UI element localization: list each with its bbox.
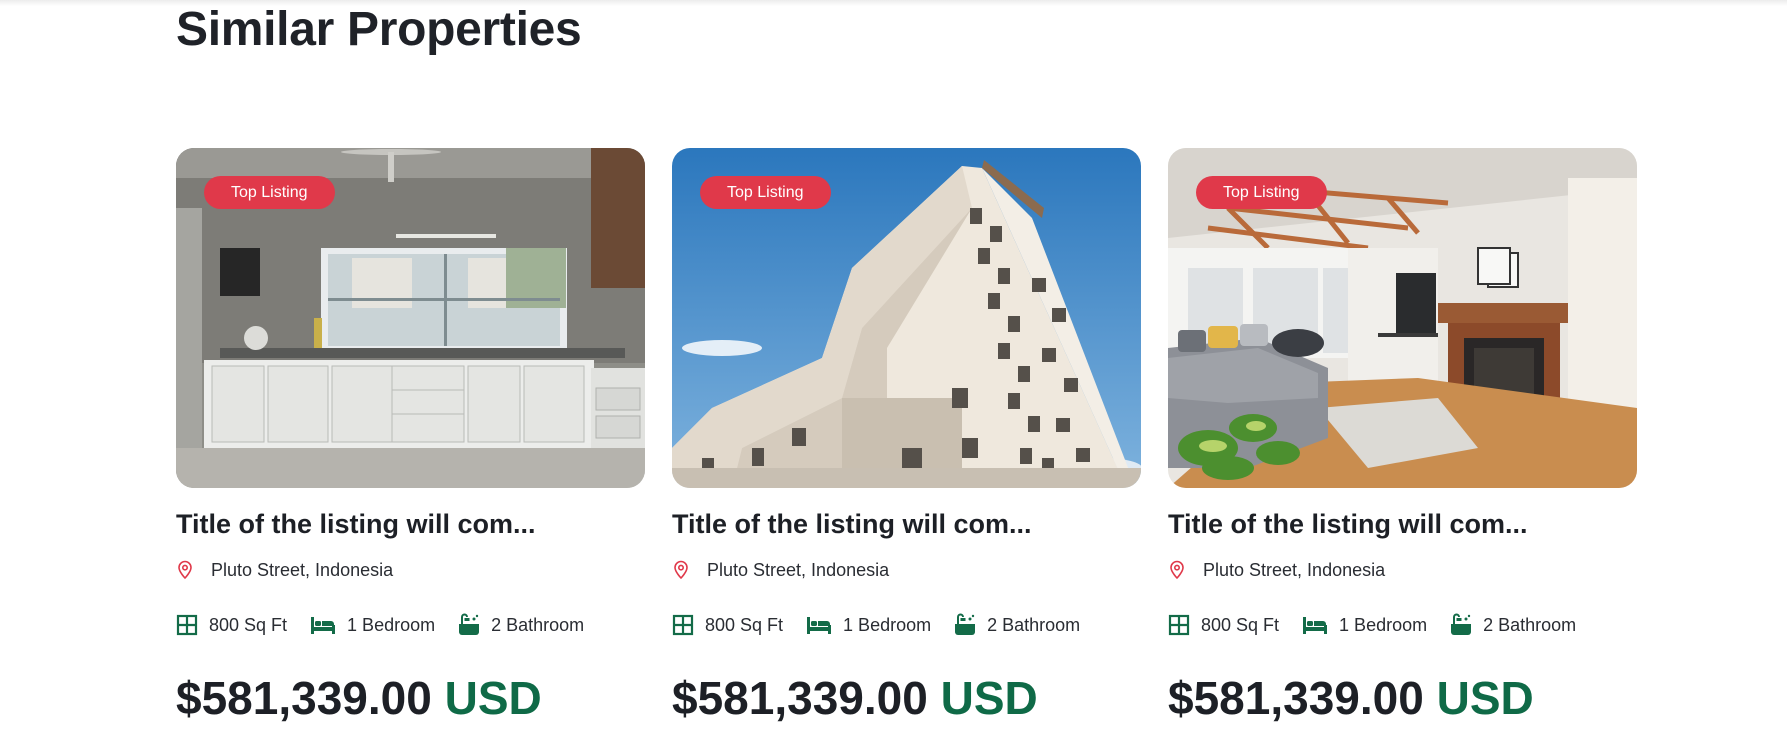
listing-price: $581,339.00 USD	[672, 671, 1141, 725]
listing-price: $581,339.00 USD	[176, 671, 645, 725]
price-amount: $581,339.00	[1168, 672, 1424, 724]
listing-title[interactable]: Title of the listing will com...	[672, 507, 1141, 541]
bathrooms-feature: 2 Bathroom	[954, 613, 1080, 637]
floor-plan-icon	[176, 614, 198, 636]
listing-location: Pluto Street, Indonesia	[672, 558, 1141, 582]
bathrooms-text: 2 Bathroom	[1483, 614, 1577, 635]
area-text: 800 Sq Ft	[705, 614, 784, 635]
price-currency: USD	[444, 672, 542, 724]
bed-icon	[1302, 615, 1328, 635]
floor-plan-icon	[1168, 614, 1190, 636]
listing-card[interactable]: Top Listing Title of the listing will co…	[672, 148, 1141, 725]
listing-title[interactable]: Title of the listing will com...	[176, 507, 645, 541]
area-feature: 800 Sq Ft	[176, 614, 287, 636]
location-text: Pluto Street, Indonesia	[211, 559, 394, 580]
listing-features: 800 Sq Ft 1 Bedroom 2 Bathroom	[672, 611, 1141, 639]
location-text: Pluto Street, Indonesia	[707, 559, 890, 580]
listing-features: 800 Sq Ft 1 Bedroom 2 Bathroom	[1168, 611, 1637, 639]
bedrooms-feature: 1 Bedroom	[1302, 615, 1427, 636]
bedrooms-feature: 1 Bedroom	[310, 615, 435, 636]
listing-photo[interactable]: Top Listing	[672, 148, 1141, 488]
listing-card[interactable]: Top Listing Title of the listing will co…	[176, 148, 645, 725]
bathtub-icon	[954, 613, 976, 637]
listing-location: Pluto Street, Indonesia	[1168, 558, 1637, 582]
floor-plan-icon	[672, 614, 694, 636]
top-listing-badge: Top Listing	[700, 176, 831, 209]
bed-icon	[310, 615, 336, 635]
section-title: Similar Properties	[176, 3, 582, 56]
bathrooms-feature: 2 Bathroom	[1450, 613, 1576, 637]
price-currency: USD	[940, 672, 1038, 724]
area-feature: 800 Sq Ft	[672, 614, 783, 636]
map-pin-icon	[672, 560, 690, 580]
listing-location: Pluto Street, Indonesia	[176, 558, 645, 582]
price-amount: $581,339.00	[176, 672, 432, 724]
listing-cards: Top Listing Title of the listing will co…	[176, 148, 1637, 725]
listing-photo[interactable]: Top Listing	[1168, 148, 1637, 488]
area-feature: 800 Sq Ft	[1168, 614, 1279, 636]
top-listing-badge: Top Listing	[204, 176, 335, 209]
bedrooms-text: 1 Bedroom	[347, 614, 436, 635]
listing-card[interactable]: Top Listing Title of the listing will co…	[1168, 148, 1637, 725]
bedrooms-text: 1 Bedroom	[1339, 614, 1428, 635]
bedrooms-text: 1 Bedroom	[843, 614, 932, 635]
listing-photo[interactable]: Top Listing	[176, 148, 645, 488]
bed-icon	[806, 615, 832, 635]
map-pin-icon	[1168, 560, 1186, 580]
listing-title[interactable]: Title of the listing will com...	[1168, 507, 1637, 541]
price-amount: $581,339.00	[672, 672, 928, 724]
map-pin-icon	[176, 560, 194, 580]
listing-price: $581,339.00 USD	[1168, 671, 1637, 725]
price-currency: USD	[1436, 672, 1534, 724]
bedrooms-feature: 1 Bedroom	[806, 615, 931, 636]
bathrooms-text: 2 Bathroom	[987, 614, 1081, 635]
location-text: Pluto Street, Indonesia	[1203, 559, 1386, 580]
area-text: 800 Sq Ft	[1201, 614, 1280, 635]
listing-features: 800 Sq Ft 1 Bedroom 2 Bathroom	[176, 611, 645, 639]
top-listing-badge: Top Listing	[1196, 176, 1327, 209]
bathrooms-text: 2 Bathroom	[491, 614, 585, 635]
bathrooms-feature: 2 Bathroom	[458, 613, 584, 637]
bathtub-icon	[1450, 613, 1472, 637]
area-text: 800 Sq Ft	[209, 614, 288, 635]
bathtub-icon	[458, 613, 480, 637]
